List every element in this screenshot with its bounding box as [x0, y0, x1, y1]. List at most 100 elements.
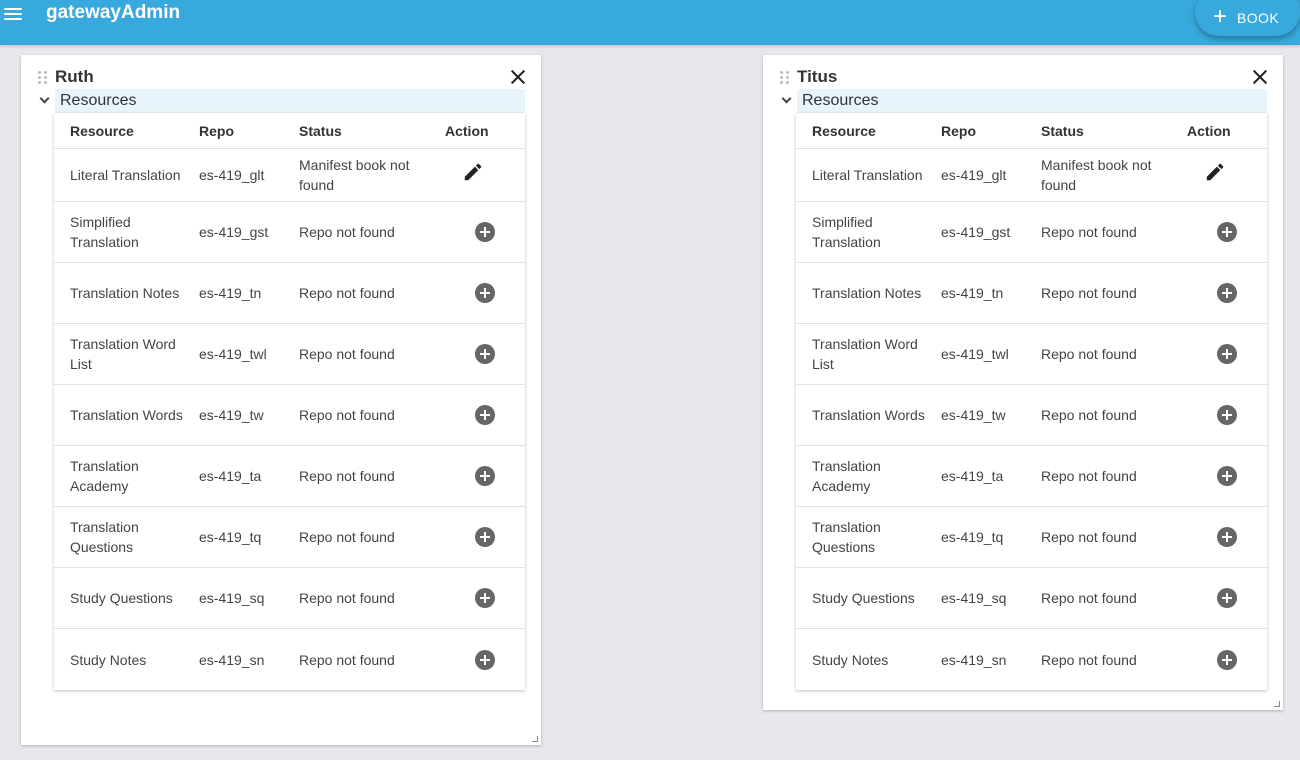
action-cell	[1187, 163, 1267, 183]
table-row: Translation Academy es-419_ta Repo not fou…	[54, 446, 525, 507]
add-circle-icon[interactable]	[1217, 466, 1237, 486]
repo-name: es-419_sq	[941, 590, 1007, 606]
status-text: Repo not found	[299, 468, 395, 484]
table-row: Simplified Translation es-419_gst Repo not…	[54, 202, 525, 263]
add-circle-icon[interactable]	[475, 222, 495, 242]
add-circle-icon[interactable]	[1217, 649, 1237, 670]
edit-icon[interactable]	[462, 161, 484, 183]
table-header-row: Resource Repo Status Action	[54, 113, 525, 149]
app-bar: gatewayAdmin + BOOK	[0, 0, 1300, 45]
add-circle-icon[interactable]	[475, 283, 495, 303]
chevron-down-icon	[777, 91, 797, 111]
resource-name: Translation Words	[70, 407, 183, 423]
add-circle-icon[interactable]	[475, 405, 495, 425]
plus-icon: +	[1213, 3, 1228, 30]
action-cell	[445, 588, 525, 608]
repo-name: es-419_tq	[199, 529, 262, 545]
status-text: Repo not found	[299, 224, 395, 240]
repo-name: es-419_glt	[941, 167, 1007, 183]
add-circle-icon[interactable]	[1217, 405, 1237, 425]
add-circle-icon[interactable]	[1217, 527, 1237, 547]
repo-name: es-419_tw	[199, 407, 264, 423]
resources-label: Resources	[55, 89, 525, 113]
table-row: Literal Translation es-419_glt Manifest bo…	[796, 149, 1267, 202]
resource-name: Literal Translation	[812, 167, 923, 183]
resource-name: Translation Questions	[812, 519, 881, 555]
status-text: Manifest book not found	[1041, 157, 1152, 193]
add-circle-icon[interactable]	[475, 344, 495, 364]
repo-name: es-419_tn	[941, 285, 1004, 301]
repo-name: es-419_tn	[199, 285, 262, 301]
resource-name: Translation Academy	[812, 458, 881, 494]
action-cell	[445, 283, 525, 303]
resource-name: Literal Translation	[70, 167, 181, 183]
status-text: Repo not found	[299, 590, 395, 606]
add-book-button[interactable]: + BOOK	[1195, 0, 1300, 36]
close-icon[interactable]	[1250, 67, 1270, 87]
edit-icon[interactable]	[1204, 161, 1226, 183]
drag-handle-icon[interactable]	[38, 71, 48, 85]
action-cell	[1187, 527, 1267, 547]
action-cell	[1187, 344, 1267, 364]
repo-name: es-419_glt	[199, 167, 265, 183]
resource-name: Translation Word List	[812, 336, 918, 372]
hamburger-menu-icon[interactable]	[4, 2, 28, 26]
table-row: Translation Word List es-419_twl Repo not …	[54, 324, 525, 385]
table-row: Translation Words es-419_tw Repo not found	[54, 385, 525, 446]
repo-name: es-419_twl	[941, 346, 1009, 362]
add-circle-icon[interactable]	[475, 588, 495, 608]
repo-name: es-419_sn	[199, 651, 265, 668]
repo-name: es-419_gst	[199, 224, 269, 240]
action-cell	[1187, 283, 1267, 303]
book-card: Ruth Resources Resource Repo Status Action Lit…	[21, 55, 541, 745]
action-cell	[1187, 649, 1267, 670]
column-header: Status	[1041, 122, 1084, 139]
drag-handle-icon[interactable]	[780, 71, 790, 85]
add-circle-icon[interactable]	[1217, 222, 1237, 242]
repo-name: es-419_sq	[199, 590, 265, 606]
resource-name: Translation Questions	[70, 519, 139, 555]
repo-name: es-419_gst	[941, 224, 1011, 240]
resources-accordion-header[interactable]: Resources	[777, 89, 1267, 113]
app-title: gatewayAdmin	[46, 2, 181, 23]
repo-name: es-419_tw	[941, 407, 1006, 423]
column-header: Repo	[199, 122, 234, 139]
resource-name: Simplified Translation	[70, 214, 139, 250]
table-row: Translation Notes es-419_tn Repo not found	[796, 263, 1267, 324]
resize-handle-icon[interactable]	[1274, 701, 1280, 707]
book-card: Titus Resources Resource Repo Status Action Li…	[763, 55, 1283, 710]
resource-name: Study Questions	[70, 590, 173, 606]
status-text: Repo not found	[299, 651, 395, 668]
resource-name: Translation Word List	[70, 336, 176, 372]
card-title: Titus	[797, 67, 838, 86]
table-row: Translation Questions es-419_tq Repo not f…	[54, 507, 525, 568]
add-circle-icon[interactable]	[1217, 344, 1237, 364]
add-circle-icon[interactable]	[1217, 588, 1237, 608]
status-text: Repo not found	[299, 285, 395, 301]
resize-handle-icon[interactable]	[532, 736, 538, 742]
table-row: Study Questions es-419_sq Repo not found	[796, 568, 1267, 629]
status-text: Repo not found	[1041, 346, 1137, 362]
resource-name: Translation Notes	[70, 285, 180, 301]
action-cell	[445, 222, 525, 242]
column-header: Resource	[812, 122, 876, 139]
add-circle-icon[interactable]	[475, 649, 495, 670]
add-circle-icon[interactable]	[475, 527, 495, 547]
status-text: Repo not found	[299, 346, 395, 362]
repo-name: es-419_sn	[941, 651, 1007, 668]
add-circle-icon[interactable]	[475, 466, 495, 486]
resources-table: Resource Repo Status Action Literal Translat…	[54, 113, 525, 690]
resources-accordion-header[interactable]: Resources	[35, 89, 525, 113]
resources-table: Resource Repo Status Action Literal Translat…	[796, 113, 1267, 690]
table-row: Study Questions es-419_sq Repo not found	[54, 568, 525, 629]
resource-name: Simplified Translation	[812, 214, 881, 250]
table-row: Translation Questions es-419_tq Repo not f…	[796, 507, 1267, 568]
add-circle-icon[interactable]	[1217, 283, 1237, 303]
close-icon[interactable]	[508, 67, 528, 87]
resource-name: Study Notes	[70, 651, 147, 668]
table-row: Simplified Translation es-419_gst Repo not…	[796, 202, 1267, 263]
status-text: Repo not found	[1041, 407, 1137, 423]
table-row: Literal Translation es-419_glt Manifest bo…	[54, 149, 525, 202]
table-row: Study Notes es-419_sn Repo not found	[54, 629, 525, 690]
resources-label: Resources	[797, 89, 1267, 113]
